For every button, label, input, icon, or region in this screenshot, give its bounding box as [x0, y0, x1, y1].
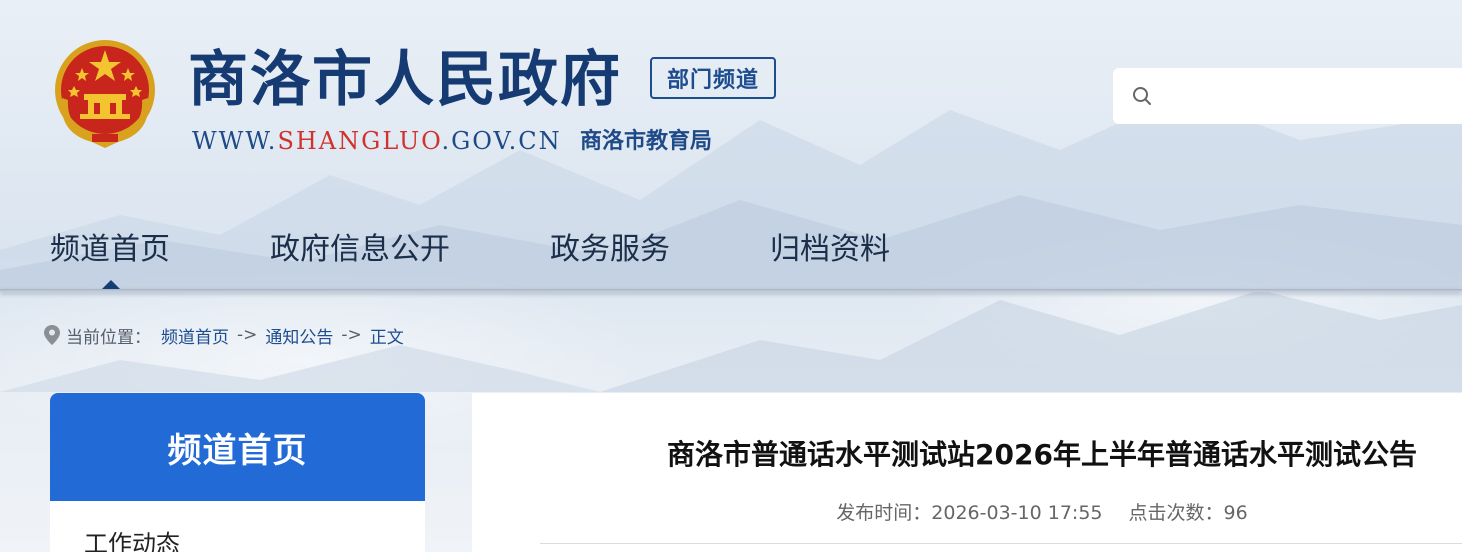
article-meta: 发布时间：2026-03-10 17:55 点击次数：96: [472, 499, 1462, 527]
search-icon[interactable]: [1131, 85, 1153, 107]
url-suffix: .GOV.CN: [441, 127, 562, 155]
breadcrumb-separator: ->: [341, 325, 362, 345]
breadcrumb-current[interactable]: 正文: [370, 323, 404, 348]
click-count: 96: [1223, 502, 1248, 524]
search-input[interactable]: [1165, 78, 1449, 116]
search-box[interactable]: [1113, 68, 1462, 124]
breadcrumb-separator: ->: [237, 325, 258, 345]
url-domain: SHANGLUO: [277, 127, 442, 155]
sidebar-item-news[interactable]: 工作动态: [84, 527, 180, 552]
location-pin-icon: [44, 325, 60, 345]
url-prefix: WWW.: [192, 127, 278, 155]
breadcrumb: 当前位置： 频道首页 -> 通知公告 -> 正文: [44, 322, 404, 348]
national-emblem-logo: [55, 40, 155, 148]
main-nav: 频道首页 政府信息公开 政务服务 归档资料: [0, 220, 1462, 290]
click-count-label: 点击次数：: [1128, 502, 1224, 524]
article-panel: 商洛市普通话水平测试站2026年上半年普通话水平测试公告 发布时间：2026-0…: [472, 393, 1462, 552]
publish-time-label: 发布时间：: [836, 502, 932, 524]
breadcrumb-prefix: 当前位置：: [66, 327, 151, 348]
content-divider: [540, 543, 1462, 544]
channel-badge: 部门频道: [650, 57, 776, 99]
site-url: WWW.SHANGLUO.GOV.CN: [192, 126, 562, 156]
breadcrumb-home-link[interactable]: 频道首页: [161, 323, 229, 348]
nav-item-home[interactable]: 频道首页: [50, 230, 170, 270]
nav-item-archive[interactable]: 归档资料: [770, 230, 890, 270]
sidebar-title[interactable]: 频道首页: [50, 393, 425, 501]
nav-item-gov-info[interactable]: 政府信息公开: [270, 230, 450, 270]
publish-time: 2026-03-10 17:55: [931, 502, 1103, 524]
article-title: 商洛市普通话水平测试站2026年上半年普通话水平测试公告: [667, 438, 1417, 471]
nav-item-services[interactable]: 政务服务: [550, 230, 670, 270]
sidebar: 频道首页 工作动态: [50, 393, 425, 552]
department-name: 商洛市教育局: [580, 128, 713, 154]
nav-divider: [0, 289, 1462, 292]
site-title: 商洛市人民政府: [188, 45, 622, 115]
breadcrumb-notices-link[interactable]: 通知公告: [265, 323, 333, 348]
